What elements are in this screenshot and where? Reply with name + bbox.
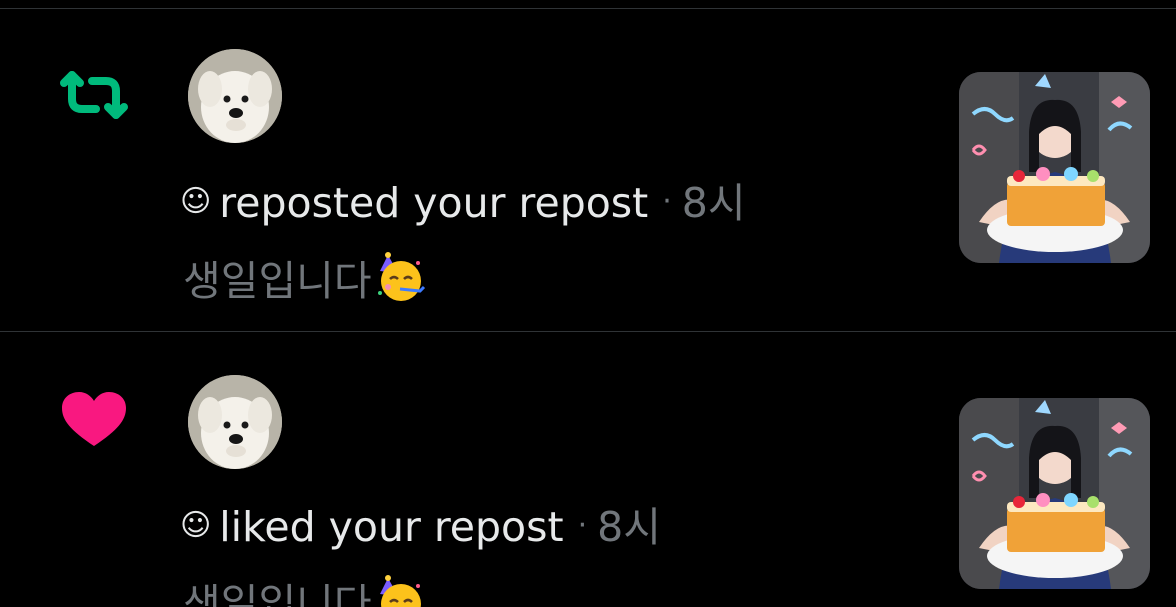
action-text[interactable]: reposted your repost: [219, 179, 648, 227]
timestamp: 8시: [681, 179, 746, 227]
user-marker: ☺: [180, 508, 212, 543]
post-preview-text[interactable]: 생일입니다: [183, 574, 428, 607]
partying-face-emoji: [379, 575, 421, 607]
birthday-cake-photo: [959, 398, 1150, 589]
white-puppy-avatar: [188, 375, 282, 469]
repost-icon: [60, 71, 128, 119]
post-preview-text[interactable]: 생일입니다: [183, 251, 428, 306]
partying-face-emoji: [377, 252, 425, 301]
white-puppy-avatar: [188, 49, 282, 143]
action-text[interactable]: liked your repost: [219, 503, 563, 551]
notification-text: ☺ liked your repost · 8시: [180, 501, 661, 552]
notification-repost[interactable]: ☺ reposted your repost · 8시 생일입니다: [0, 0, 1176, 331]
separator: ·: [662, 184, 672, 219]
avatar[interactable]: [188, 49, 282, 143]
post-text: 생일입니다: [183, 257, 372, 305]
heart-icon: [62, 392, 126, 446]
birthday-cake-photo: [959, 72, 1150, 263]
separator: ·: [577, 508, 588, 543]
post-text: 생일입니다: [183, 580, 372, 607]
notification-text: ☺ reposted your repost · 8시: [180, 177, 746, 228]
timestamp: 8시: [597, 503, 661, 551]
notification-like[interactable]: ☺ liked your repost · 8시 생일입니다: [0, 332, 1176, 607]
post-thumbnail[interactable]: [959, 398, 1150, 589]
user-marker: ☺: [180, 184, 212, 219]
avatar[interactable]: [188, 375, 282, 469]
notifications-page: ☺ reposted your repost · 8시 생일입니다 ☺ like…: [0, 0, 1176, 607]
post-thumbnail[interactable]: [959, 72, 1150, 263]
